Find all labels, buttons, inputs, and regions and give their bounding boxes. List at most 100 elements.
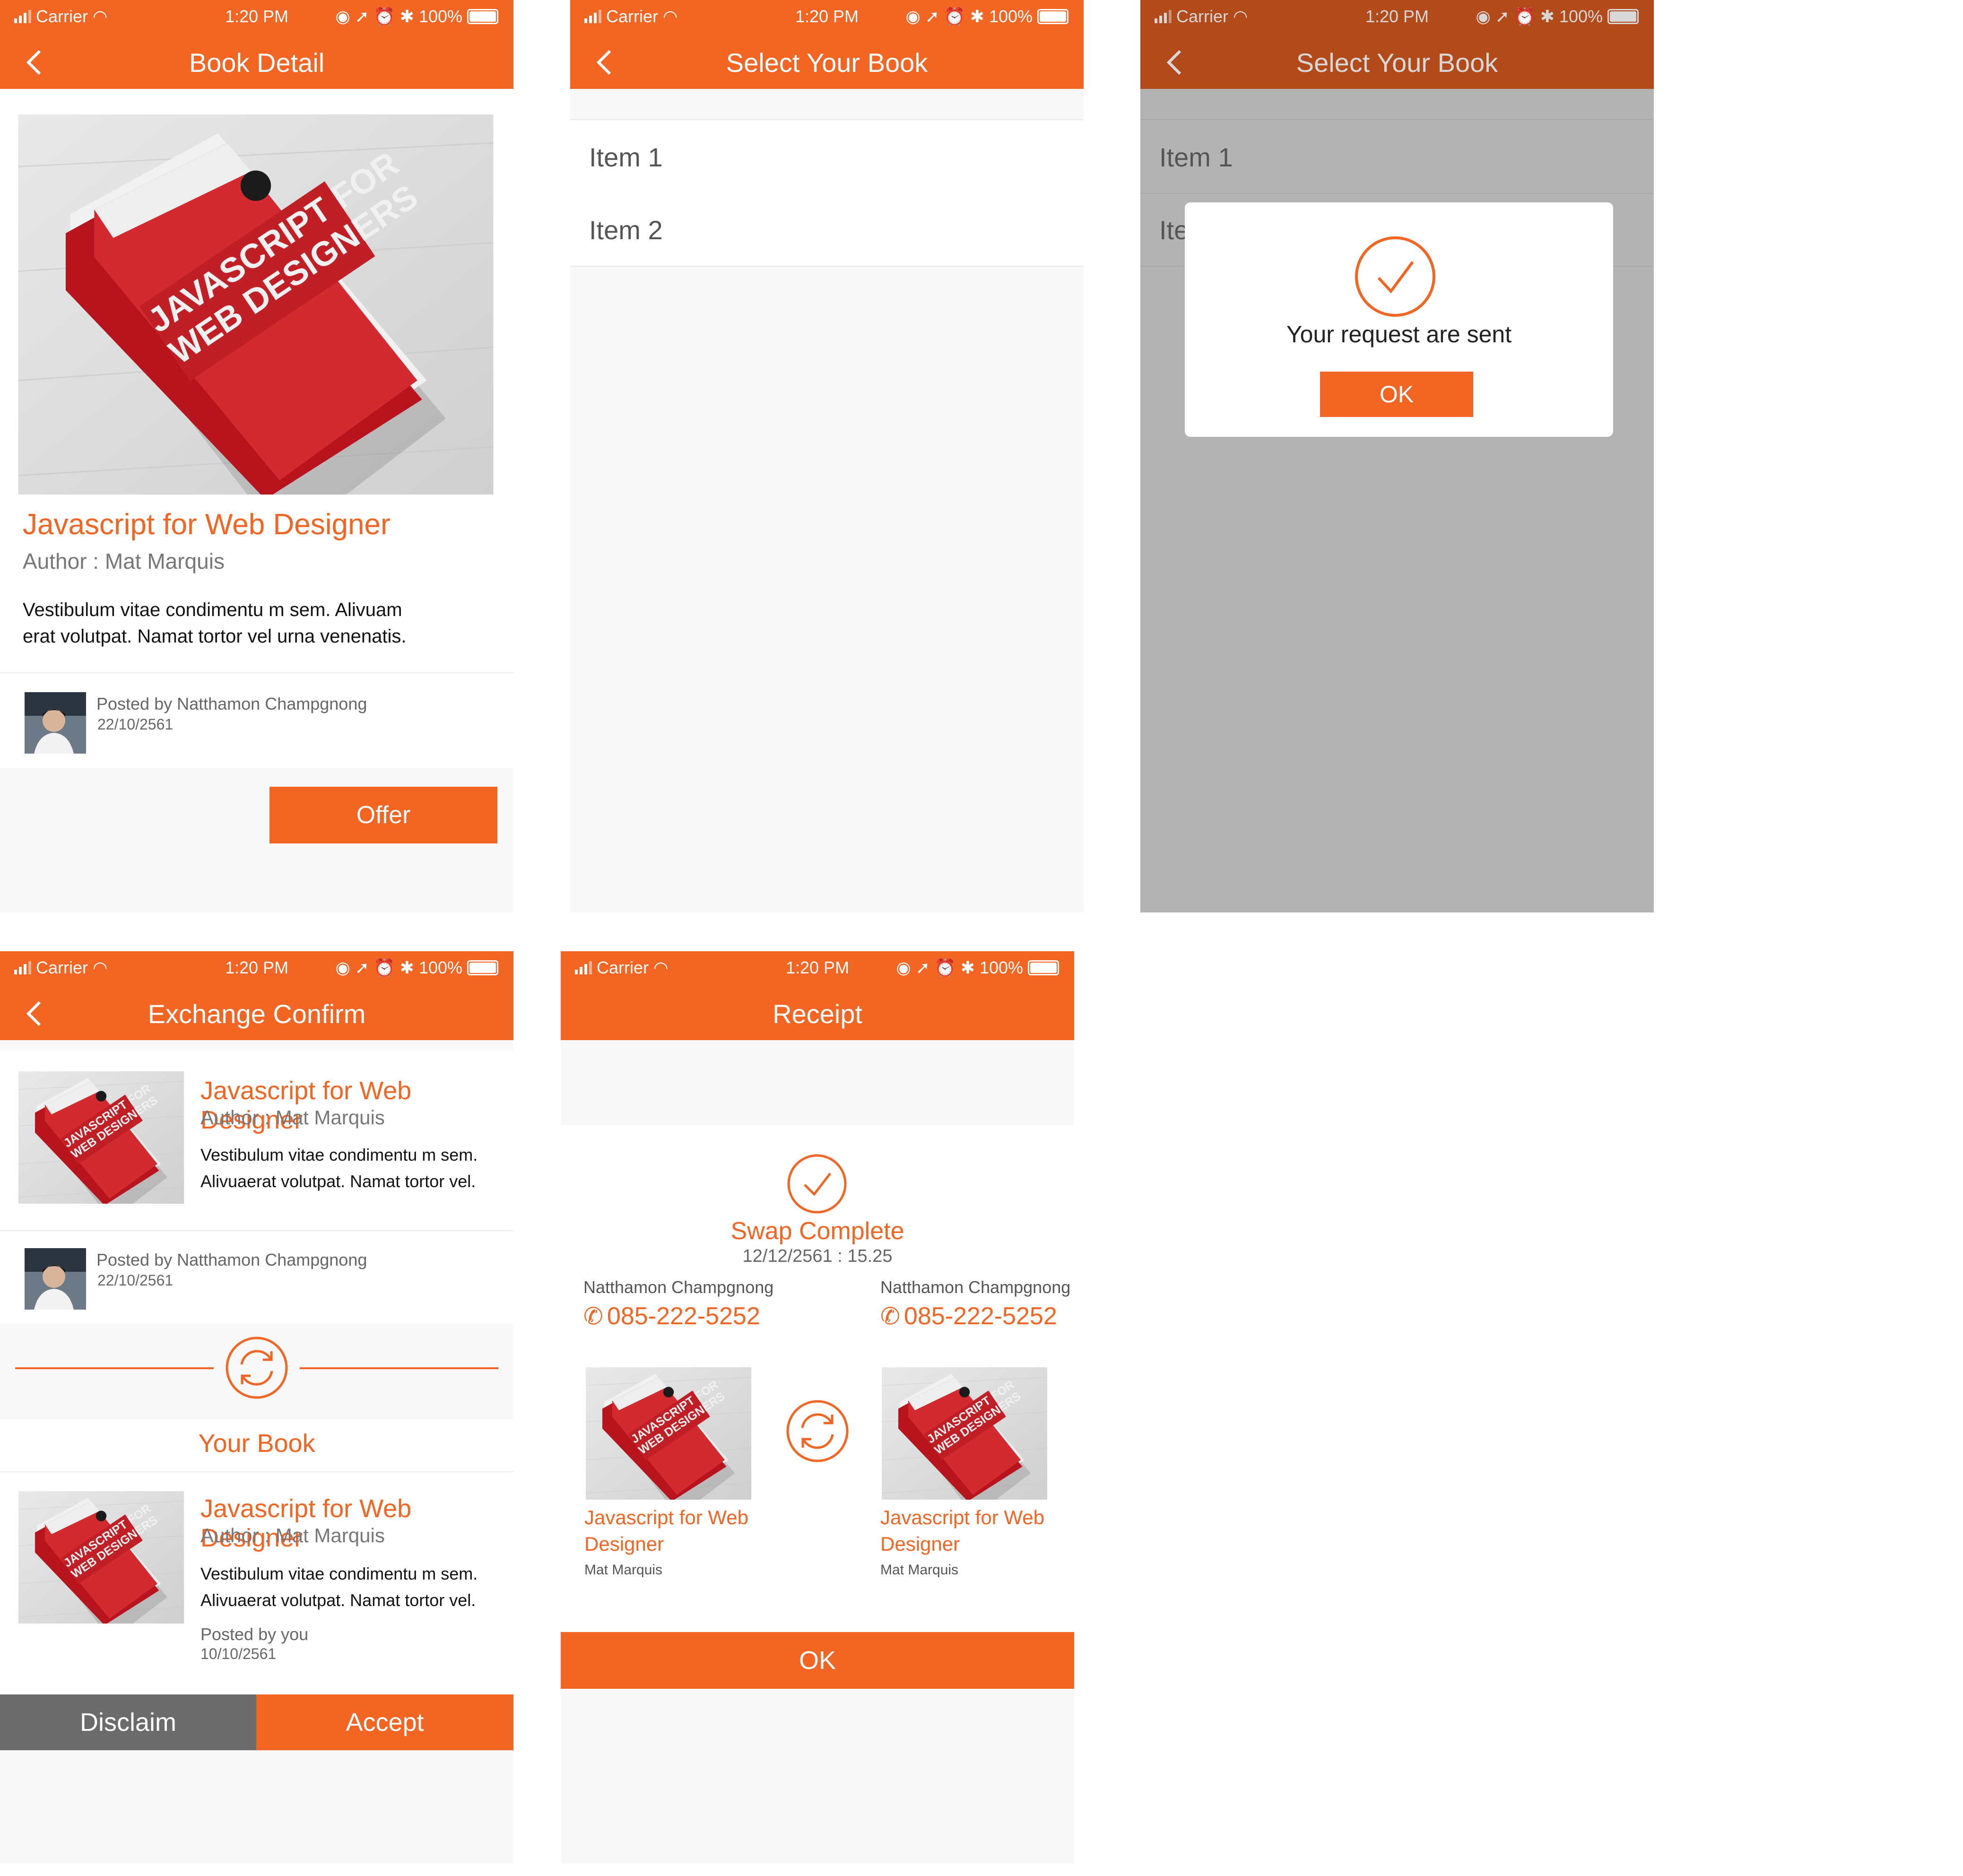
list-item[interactable]: Item 2 — [570, 193, 1084, 267]
battery-percent: 100% — [979, 958, 1023, 977]
avatar[interactable] — [25, 1248, 86, 1310]
back-chevron-icon[interactable] — [591, 47, 619, 78]
status-bar: Carrier ◠ 1:20 PM ◉ ➚ ⏰ ✱ 100% — [570, 0, 1084, 36]
check-circle-icon — [787, 1154, 847, 1214]
book-thumbnail[interactable] — [18, 1071, 184, 1204]
nav-bar: Receipt — [561, 987, 1074, 1040]
party-name: Natthamon Champgnong — [583, 1277, 774, 1297]
lock-rotation-icon: ◉ — [1476, 7, 1491, 26]
book-description-line1: Vestibulum vitae condimentu m sem. — [200, 1564, 478, 1583]
list-item[interactable]: Item 1 — [570, 119, 1084, 194]
phone-number: 085-222-5252 — [903, 1303, 1057, 1330]
book-card: Javascript for Web Designer Author : Mat… — [0, 89, 513, 672]
book-author: Author : Mat Marquis — [200, 1524, 385, 1546]
avatar[interactable] — [25, 692, 86, 754]
offered-book-card: Javascript for Web Designer Author : Mat… — [0, 1051, 513, 1230]
party-name: Natthamon Champgnong — [880, 1277, 1071, 1297]
page-title: Receipt — [773, 999, 862, 1029]
phone-number: 085-222-5252 — [607, 1303, 760, 1330]
list-item[interactable]: Item 1 — [1140, 119, 1654, 194]
alarm-icon: ⏰ — [373, 958, 395, 977]
book-description-line1: Vestibulum vitae condimentu m sem. Alivu… — [23, 599, 402, 620]
page-title: Select Your Book — [1296, 47, 1498, 78]
back-chevron-icon[interactable] — [1161, 47, 1190, 78]
posted-date: 22/10/2561 — [97, 1272, 174, 1289]
swap-datetime: 12/12/2561 : 15.25 — [742, 1246, 893, 1266]
book-thumbnail[interactable] — [881, 1367, 1048, 1500]
screen-request-sent: Carrier ◠ 1:20 PM ◉ ➚ ⏰ ✱ 100% Select Yo… — [1140, 0, 1654, 912]
your-book-header: Your Book — [0, 1419, 513, 1472]
list-item-label: Ite — [1159, 215, 1189, 245]
receipt-card: Swap Complete 12/12/2561 : 15.25 Nattham… — [561, 1125, 1074, 1632]
book-cover-image[interactable] — [18, 114, 494, 495]
book-description-line2: Alivuaerat volutpat. Namat tortor vel. — [200, 1172, 476, 1191]
list-item-label: Item 1 — [589, 142, 663, 172]
book-author: Mat Marquis — [584, 1562, 663, 1578]
accept-button[interactable]: Accept — [256, 1694, 513, 1750]
swap-status: Swap Complete — [730, 1217, 904, 1245]
nav-bar: Select Your Book — [1140, 36, 1654, 89]
swap-icon — [226, 1337, 288, 1399]
status-bar: Carrier ◠ 1:20 PM ◉ ➚ ⏰ ✱ 100% — [0, 0, 513, 36]
book-thumbnail[interactable] — [18, 1491, 184, 1624]
dialog-ok-button[interactable]: OK — [1320, 372, 1473, 417]
page-title: Select Your Book — [726, 47, 928, 78]
alarm-icon: ⏰ — [934, 958, 956, 977]
page-title: Exchange Confirm — [148, 999, 366, 1029]
battery-icon — [1028, 960, 1059, 975]
offer-button[interactable]: Offer — [269, 787, 497, 843]
screen-receipt: Carrier ◠ 1:20 PM ◉ ➚ ⏰ ✱ 100% Receipt S… — [561, 951, 1074, 1864]
bluetooth-icon: ✱ — [1540, 7, 1555, 26]
back-chevron-icon[interactable] — [21, 47, 49, 78]
screen-exchange-confirm: Carrier ◠ 1:20 PM ◉ ➚ ⏰ ✱ 100% Exchange … — [0, 951, 513, 1864]
posted-by: Posted by Natthamon Champgnong — [96, 694, 367, 713]
bluetooth-icon: ✱ — [400, 7, 414, 26]
book-author: Author : Mat Marquis — [23, 549, 225, 573]
battery-percent: 100% — [418, 7, 462, 26]
nav-bar: Select Your Book — [570, 36, 1084, 89]
screen-select-book: Carrier ◠ 1:20 PM ◉ ➚ ⏰ ✱ 100% Select Yo… — [570, 0, 1084, 912]
book-description-line2: Alivuaerat volutpat. Namat tortor vel. — [200, 1590, 476, 1610]
bluetooth-icon: ✱ — [400, 958, 414, 977]
lock-rotation-icon: ◉ — [896, 958, 911, 977]
book-title-line2: Designer — [584, 1533, 664, 1555]
battery-icon — [467, 9, 498, 24]
book-title-line2: Designer — [880, 1533, 960, 1555]
battery-icon — [1607, 9, 1639, 24]
your-book-card: Javascript for Web Designer Author : Mat… — [0, 1472, 513, 1694]
book-description-line2: erat volutpat. Namat tortor vel urna ven… — [23, 626, 407, 647]
status-bar: Carrier ◠ 1:20 PM ◉ ➚ ⏰ ✱ 100% — [0, 951, 513, 987]
check-circle-icon — [1355, 236, 1435, 317]
dialog-message: Your request are sent — [1286, 321, 1512, 347]
nav-bar: Exchange Confirm — [0, 987, 513, 1040]
list-item-label: Item 2 — [589, 215, 663, 245]
bluetooth-icon: ✱ — [960, 958, 975, 977]
alarm-icon: ⏰ — [944, 7, 965, 26]
book-title-line1: Javascript for Web — [880, 1506, 1045, 1529]
page-title: Book Detail — [189, 47, 325, 78]
phone-icon: ✆ — [583, 1303, 603, 1329]
disclaim-button[interactable]: Disclaim — [0, 1694, 256, 1750]
status-bar: Carrier ◠ 1:20 PM ◉ ➚ ⏰ ✱ 100% — [561, 951, 1074, 987]
location-arrow-icon: ➚ — [915, 958, 930, 977]
battery-percent: 100% — [1559, 7, 1603, 26]
battery-percent: 100% — [989, 7, 1033, 26]
alarm-icon: ⏰ — [1514, 7, 1536, 26]
nav-bar: Book Detail — [0, 36, 513, 89]
bluetooth-icon: ✱ — [970, 7, 984, 26]
battery-icon — [467, 960, 498, 975]
lock-rotation-icon: ◉ — [335, 958, 350, 977]
book-title-line1: Javascript for Web — [584, 1506, 749, 1529]
book-title: Javascript for Web Designer — [23, 508, 391, 541]
swap-line-right — [300, 1367, 498, 1369]
book-author: Mat Marquis — [880, 1562, 959, 1578]
status-bar: Carrier ◠ 1:20 PM ◉ ➚ ⏰ ✱ 100% — [1140, 0, 1654, 36]
ok-button[interactable]: OK — [561, 1632, 1074, 1689]
book-thumbnail[interactable] — [585, 1367, 752, 1500]
phone-link[interactable]: ✆ 085-222-5252 — [880, 1302, 1057, 1330]
back-chevron-icon[interactable] — [21, 999, 49, 1029]
poster-section: Posted by Natthamon Champgnong 22/10/256… — [0, 673, 513, 768]
location-arrow-icon: ➚ — [355, 7, 369, 26]
phone-link[interactable]: ✆ 085-222-5252 — [583, 1302, 760, 1330]
phone-icon: ✆ — [880, 1303, 900, 1329]
